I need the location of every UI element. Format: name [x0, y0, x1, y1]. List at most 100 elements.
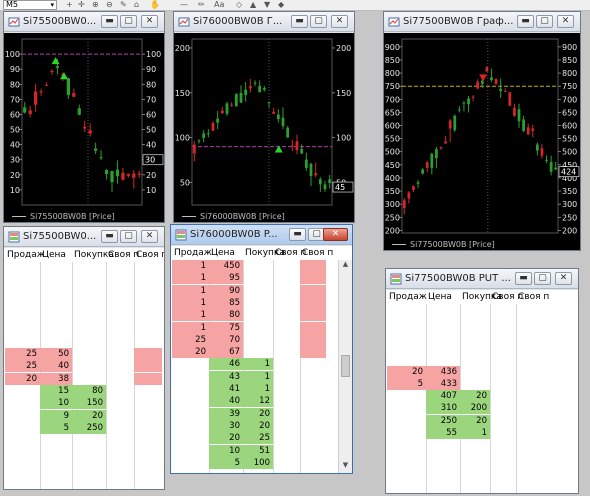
- scroll-down-icon[interactable]: ▼: [339, 461, 352, 473]
- cell-sell[interactable]: 1: [172, 260, 209, 272]
- cell-sell[interactable]: [172, 445, 209, 457]
- chart-window-si75500[interactable]: Si75500BW0... ▬ ▢ ✕ 10 10 20 20 30 30 40 40 50 50…: [3, 11, 165, 223]
- order-book-row[interactable]: 10 51: [171, 444, 352, 457]
- cell-price[interactable]: 43: [209, 371, 243, 383]
- chart-window-si76000[interactable]: Si76000BW0B Г... ▬ ▢ ✕ 50501001001501502…: [173, 11, 355, 223]
- order-book-row[interactable]: 46 1: [171, 358, 352, 371]
- maximize-button[interactable]: ▢: [534, 272, 551, 285]
- cell-buy[interactable]: [243, 346, 273, 358]
- cell-price[interactable]: 10: [209, 445, 243, 457]
- close-button[interactable]: ✕: [141, 15, 158, 28]
- window-titlebar[interactable]: Si76000BW0B P... ▬ ▢ ✕: [171, 225, 352, 245]
- cell-price[interactable]: 39: [209, 408, 243, 420]
- shape-icon[interactable]: ◇: [236, 0, 242, 10]
- cell-price[interactable]: 15: [40, 385, 72, 397]
- cell-buy[interactable]: 20: [460, 415, 490, 427]
- zoom-out-icon[interactable]: ⊖: [106, 0, 113, 10]
- cell-price[interactable]: 310: [426, 402, 460, 414]
- order-book-table[interactable]: Продаж Цена Покупка Своя п Своя п 20 436 5 433 40…: [386, 290, 578, 493]
- price-chart[interactable]: 10 10 20 20 30 30 40 40 50 50 60 60 70 70 80 80 90 90 100 1…: [4, 33, 164, 222]
- cell-buy[interactable]: 1: [460, 427, 490, 439]
- cell-sell[interactable]: [172, 420, 209, 432]
- cell-sell[interactable]: [387, 427, 426, 439]
- cell-sell[interactable]: 20: [387, 366, 426, 378]
- column-header-sell[interactable]: Продаж: [7, 250, 45, 260]
- order-book-row[interactable]: 1 75: [171, 321, 352, 334]
- vertical-scrollbar[interactable]: ▲ ▼: [338, 260, 352, 473]
- order-book-row[interactable]: 15 80: [4, 385, 164, 397]
- cell-sell[interactable]: 25: [172, 334, 209, 346]
- cell-sell[interactable]: 20: [172, 346, 209, 358]
- cell-buy[interactable]: [72, 360, 106, 372]
- close-button[interactable]: ✕: [555, 272, 572, 285]
- cell-buy[interactable]: 12: [243, 395, 273, 407]
- window-titlebar[interactable]: Si77500BW0B Граф... ▬ ▢ ✕: [384, 12, 580, 32]
- cell-buy[interactable]: 20: [72, 410, 106, 422]
- column-header-sell[interactable]: Продаж: [389, 292, 427, 302]
- cell-sell[interactable]: [172, 408, 209, 420]
- chart-window-si77500[interactable]: Si77500BW0B Граф... ▬ ▢ ✕ 200 200 250 250 30…: [383, 11, 581, 251]
- hand-icon[interactable]: ✋: [150, 0, 160, 10]
- lock-icon[interactable]: ⌂: [134, 0, 139, 10]
- order-book-row[interactable]: 1 90: [171, 284, 352, 297]
- cell-buy[interactable]: 20: [243, 420, 273, 432]
- order-book-row[interactable]: 1 95: [171, 272, 352, 285]
- cell-buy[interactable]: 250: [72, 422, 106, 434]
- order-book-table[interactable]: Продаж Цена Покупка Своя п Своя п 1 450 1 95 1 90 1…: [171, 246, 352, 473]
- cell-sell[interactable]: [387, 415, 426, 427]
- window-titlebar[interactable]: Si75500BW0... ▬ ▢ ✕: [4, 12, 164, 32]
- timeframe-select[interactable]: M5 ▾: [3, 0, 57, 10]
- cell-price[interactable]: 46: [209, 358, 243, 370]
- cell-buy[interactable]: [243, 309, 273, 321]
- minimize-button[interactable]: ▬: [101, 15, 118, 28]
- order-book-row[interactable]: 43 1: [171, 370, 352, 383]
- order-book-row[interactable]: 39 20: [171, 407, 352, 420]
- order-book-window-si75500[interactable]: Si75500BW0... ▬ ▢ ✕ Продаж Цена Покупка Сво…: [3, 226, 165, 490]
- order-book-row[interactable]: 55 1: [386, 427, 578, 439]
- order-book-window-si76000[interactable]: Si76000BW0B P... ▬ ▢ ✕ Продаж Цена Покупка…: [170, 224, 353, 474]
- close-button[interactable]: ✕: [323, 228, 348, 241]
- cell-sell[interactable]: 1: [172, 285, 209, 297]
- cell-price[interactable]: 250: [426, 415, 460, 427]
- scroll-thumb[interactable]: [341, 355, 350, 377]
- order-book-row[interactable]: 5 250: [4, 421, 164, 434]
- arrow-up-tool-icon[interactable]: ▲: [250, 0, 256, 10]
- cell-buy[interactable]: 1: [243, 358, 273, 370]
- cell-buy[interactable]: [243, 297, 273, 309]
- zoom-in-icon[interactable]: ⊕: [92, 0, 99, 10]
- price-chart-canvas[interactable]: 505010010015015020020045: [174, 33, 354, 211]
- price-chart-canvas[interactable]: 2002002502503003003503504004004504505005…: [384, 33, 580, 239]
- cell-buy[interactable]: 150: [72, 397, 106, 409]
- add-icon[interactable]: +: [66, 0, 73, 10]
- close-button[interactable]: ✕: [141, 230, 158, 243]
- cell-sell[interactable]: 25: [5, 360, 40, 372]
- window-titlebar[interactable]: Si77500BW0B PUT ... ▬ ▢ ✕: [386, 269, 578, 289]
- cell-buy[interactable]: 1: [243, 371, 273, 383]
- minimize-button[interactable]: ▬: [101, 230, 118, 243]
- order-book-row[interactable]: 10 150: [4, 397, 164, 410]
- order-book-table[interactable]: Продаж Цена Покупка Своя п Своя п 25 50 25 40 20 3…: [4, 248, 164, 489]
- cell-price[interactable]: 433: [426, 378, 460, 390]
- cell-sell[interactable]: [172, 432, 209, 444]
- cell-buy[interactable]: [243, 272, 273, 284]
- order-book-row[interactable]: 25 70: [171, 333, 352, 346]
- cell-price[interactable]: 38: [40, 373, 72, 385]
- column-header-price[interactable]: Цена: [211, 248, 235, 258]
- cell-price[interactable]: 50: [40, 348, 72, 360]
- cell-buy[interactable]: [243, 260, 273, 272]
- order-book-window-si77500[interactable]: Si77500BW0B PUT ... ▬ ▢ ✕ Продаж Цена Поку…: [385, 268, 579, 494]
- order-book-row[interactable]: 25 50: [4, 348, 164, 361]
- minimize-button[interactable]: ▬: [515, 272, 532, 285]
- order-book-row[interactable]: 20 38: [4, 372, 164, 385]
- maximize-button[interactable]: ▢: [310, 15, 327, 28]
- cell-price[interactable]: 20: [209, 432, 243, 444]
- cell-price[interactable]: 75: [209, 322, 243, 334]
- cell-price[interactable]: 5: [209, 457, 243, 469]
- cell-price[interactable]: 67: [209, 346, 243, 358]
- cell-buy[interactable]: 25: [243, 432, 273, 444]
- cell-price[interactable]: 41: [209, 383, 243, 395]
- order-book-row[interactable]: 9 20: [4, 409, 164, 422]
- order-book-row[interactable]: 250 20: [386, 414, 578, 427]
- cell-sell[interactable]: [5, 385, 40, 397]
- cell-buy[interactable]: 200: [460, 402, 490, 414]
